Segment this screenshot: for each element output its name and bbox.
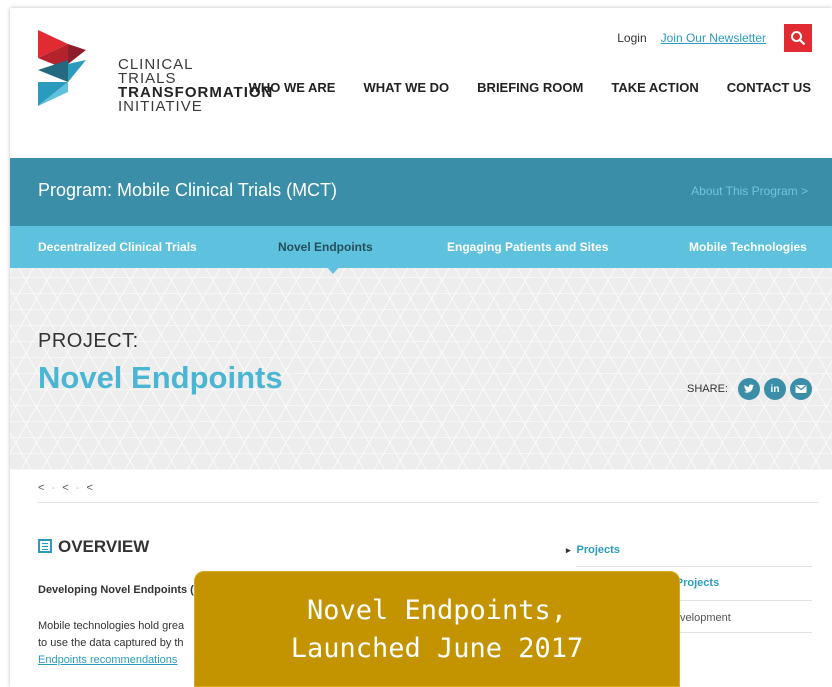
subnav-novel-endpoints[interactable]: Novel Endpoints bbox=[278, 240, 373, 254]
caption-line-2: Launched June 2017 bbox=[290, 633, 584, 664]
nav-briefing-room[interactable]: BRIEFING ROOM bbox=[477, 80, 583, 95]
linkedin-icon: in bbox=[770, 383, 780, 395]
caption-overlay: Novel Endpoints, Launched June 2017 bbox=[194, 571, 680, 687]
breadcrumb-item[interactable]: < bbox=[38, 482, 46, 494]
subnav-decentralized-clinical-trials[interactable]: Decentralized Clinical Trials bbox=[38, 240, 197, 254]
overview-text-line: to use the data captured by th bbox=[38, 637, 184, 649]
about-program-link[interactable]: About This Program > bbox=[691, 184, 808, 198]
breadcrumb-separator: - bbox=[51, 482, 58, 494]
nav-what-we-do[interactable]: WHAT WE DO bbox=[363, 80, 449, 95]
utility-bar: Login Join Our Newsletter bbox=[617, 24, 812, 52]
sidebar-divider bbox=[576, 566, 812, 567]
overview-heading: OVERVIEW bbox=[58, 537, 150, 556]
email-icon bbox=[795, 385, 807, 393]
nav-contact-us[interactable]: CONTACT US bbox=[727, 80, 811, 95]
cti-logo[interactable]: CLINICAL TRIALS TRANSFORMATION INITIATIV… bbox=[38, 30, 272, 114]
breadcrumb-item[interactable]: < bbox=[62, 482, 70, 494]
twitter-icon bbox=[744, 384, 754, 393]
overview-text-line: Mobile technologies hold grea bbox=[38, 620, 185, 632]
search-button[interactable] bbox=[784, 24, 812, 52]
email-share-button[interactable] bbox=[790, 378, 812, 400]
twitter-share-button[interactable] bbox=[738, 378, 760, 400]
project-label: PROJECT: bbox=[38, 330, 139, 352]
breadcrumb-item[interactable]: < bbox=[86, 482, 94, 494]
program-title: Program: Mobile Clinical Trials (MCT) bbox=[38, 180, 338, 200]
caption-line-1: Novel Endpoints, bbox=[306, 595, 568, 626]
sidebar-projects-link[interactable]: Projects bbox=[566, 544, 620, 556]
share-label: SHARE: bbox=[687, 383, 728, 395]
breadcrumb: < - < - < bbox=[38, 482, 95, 494]
subnav-engaging-patients-and-sites[interactable]: Engaging Patients and Sites bbox=[447, 240, 608, 254]
recommendations-link[interactable]: Endpoints recommendations bbox=[38, 654, 177, 666]
program-subnav: Decentralized Clinical Trials Novel Endp… bbox=[10, 226, 832, 268]
logo-line-4: INITIATIVE bbox=[118, 98, 203, 115]
overview-subheading: Developing Novel Endpoints ( bbox=[38, 584, 194, 596]
subnav-mobile-technologies[interactable]: Mobile Technologies bbox=[689, 240, 807, 254]
program-bar: Program: Mobile Clinical Trials (MCT) Ab… bbox=[10, 158, 832, 226]
share-bar: SHARE: in bbox=[687, 378, 812, 400]
newsletter-link[interactable]: Join Our Newsletter bbox=[661, 31, 766, 45]
nav-take-action[interactable]: TAKE ACTION bbox=[611, 80, 698, 95]
breadcrumb-separator: - bbox=[75, 482, 82, 494]
login-link[interactable]: Login bbox=[617, 31, 646, 45]
active-subnav-caret bbox=[326, 266, 340, 274]
main-nav: WHO WE ARE WHAT WE DO BRIEFING ROOM TAKE… bbox=[221, 80, 811, 95]
page-title: Novel Endpoints bbox=[38, 360, 283, 395]
divider bbox=[38, 502, 818, 503]
search-icon bbox=[791, 31, 806, 46]
logo-triangles-icon bbox=[38, 30, 86, 106]
project-hero: PROJECT: Novel Endpoints SHARE: in bbox=[10, 268, 832, 470]
nav-who-we-are[interactable]: WHO WE ARE bbox=[249, 80, 336, 95]
list-icon bbox=[38, 539, 52, 553]
linkedin-share-button[interactable]: in bbox=[764, 378, 786, 400]
